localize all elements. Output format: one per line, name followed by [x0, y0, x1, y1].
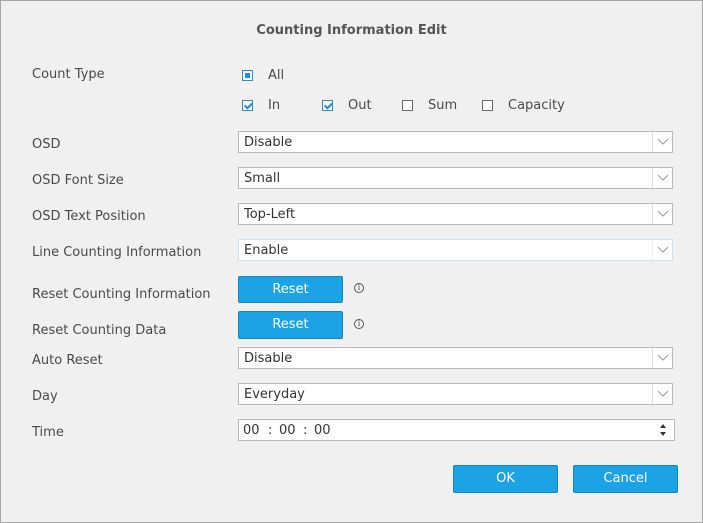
out-checkbox-box[interactable]	[322, 100, 333, 111]
osd-value: Disable	[244, 135, 293, 150]
counting-info-edit-dialog: Counting Information Edit Count Type All…	[0, 0, 703, 523]
chevron-down-icon[interactable]	[652, 168, 672, 188]
osd-text-position-value: Top-Left	[244, 207, 296, 222]
capacity-checkbox-label: Capacity	[508, 98, 565, 113]
time-spinner[interactable]	[659, 421, 667, 439]
osd-text-position-label: OSD Text Position	[32, 209, 146, 224]
reset-counting-data-button[interactable]: Reset	[238, 311, 343, 339]
auto-reset-select[interactable]: Disable	[238, 347, 673, 369]
day-select[interactable]: Everyday	[238, 383, 673, 405]
ok-button[interactable]: OK	[453, 465, 558, 493]
line-counting-value: Enable	[244, 243, 289, 258]
sum-checkbox-box[interactable]	[402, 100, 413, 111]
line-counting-select[interactable]: Enable	[238, 239, 673, 261]
spinner-down-icon	[660, 432, 666, 436]
all-checkbox-box[interactable]	[242, 70, 253, 81]
osd-label: OSD	[32, 137, 61, 152]
day-value: Everyday	[244, 387, 305, 402]
time-label: Time	[32, 425, 64, 440]
auto-reset-value: Disable	[244, 351, 293, 366]
sum-checkbox[interactable]: Sum	[402, 98, 457, 113]
day-label: Day	[32, 389, 58, 404]
reset-counting-data-label: Reset Counting Data	[32, 323, 167, 338]
info-icon[interactable]: i	[354, 319, 364, 329]
chevron-down-icon[interactable]	[652, 204, 672, 224]
time-separator: :	[303, 423, 308, 438]
out-checkbox[interactable]: Out	[322, 98, 372, 113]
reset-counting-info-button[interactable]: Reset	[238, 276, 343, 303]
osd-text-position-select[interactable]: Top-Left	[238, 203, 673, 225]
out-checkbox-label: Out	[348, 98, 372, 113]
in-checkbox-label: In	[268, 98, 281, 113]
osd-font-size-label: OSD Font Size	[32, 173, 124, 188]
in-checkbox[interactable]: In	[242, 98, 280, 113]
chevron-down-icon[interactable]	[652, 240, 672, 260]
dialog-title: Counting Information Edit	[256, 23, 447, 38]
chevron-down-icon[interactable]	[652, 132, 672, 152]
time-separator: :	[268, 423, 273, 438]
osd-font-size-select[interactable]: Small	[238, 167, 673, 189]
time-input[interactable]: 00 : 00 : 00	[238, 419, 675, 441]
osd-select[interactable]: Disable	[238, 131, 673, 153]
osd-font-size-value: Small	[244, 171, 281, 186]
line-counting-label: Line Counting Information	[32, 245, 202, 260]
cancel-button[interactable]: Cancel	[573, 465, 678, 493]
auto-reset-label: Auto Reset	[32, 353, 103, 368]
reset-counting-info-label: Reset Counting Information	[32, 287, 211, 302]
spinner-up-icon	[660, 424, 666, 428]
count-type-label: Count Type	[32, 67, 105, 82]
in-checkbox-box[interactable]	[242, 100, 253, 111]
chevron-down-icon[interactable]	[652, 384, 672, 404]
time-minutes[interactable]: 00	[279, 423, 296, 438]
time-hours[interactable]: 00	[243, 423, 260, 438]
time-seconds[interactable]: 00	[314, 423, 331, 438]
all-checkbox-label: All	[268, 68, 285, 83]
all-checkbox[interactable]: All	[242, 68, 284, 83]
info-icon[interactable]: i	[354, 283, 364, 293]
chevron-down-icon[interactable]	[652, 348, 672, 368]
capacity-checkbox[interactable]: Capacity	[482, 98, 565, 113]
sum-checkbox-label: Sum	[428, 98, 458, 113]
capacity-checkbox-box[interactable]	[482, 100, 493, 111]
